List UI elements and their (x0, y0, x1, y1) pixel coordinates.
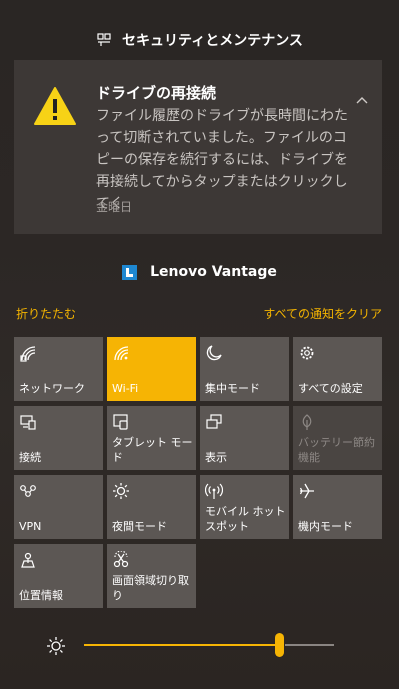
tile-network[interactable]: ネットワーク (14, 337, 103, 401)
gear-icon (300, 346, 314, 360)
flag-icon (96, 32, 112, 48)
brightness-slider-fill[interactable] (84, 644, 275, 646)
tile-label: 機内モード (298, 520, 353, 533)
tile-label: モバイル ホットスポット (205, 505, 286, 533)
tile-label: 画面領域切り取り (112, 574, 189, 602)
chevron-up-icon[interactable] (352, 90, 372, 110)
security-maintenance-header: セキュリティとメンテナンス (0, 29, 399, 51)
network-icon (20, 346, 36, 362)
tile-label: タブレット モード (112, 436, 193, 464)
moon-icon (206, 345, 222, 361)
airplane-icon (299, 483, 314, 499)
tile-all-settings[interactable]: すべての設定 (293, 337, 382, 401)
snip-icon (113, 551, 129, 568)
tile-location[interactable]: 位置情報 (14, 544, 103, 608)
vpn-icon (20, 485, 36, 497)
brightness-icon (47, 637, 65, 655)
hotspot-icon (205, 483, 223, 499)
tablet-icon (113, 414, 128, 430)
tile-mobile-hotspot[interactable]: モバイル ホットスポット (200, 475, 289, 539)
security-header-title: セキュリティとメンテナンス (122, 33, 303, 49)
tile-connect[interactable]: 接続 (14, 406, 103, 470)
tile-battery-saver[interactable]: バッテリー節約機能 (293, 406, 382, 470)
lenovo-vantage-header: Lenovo Vantage (0, 261, 399, 283)
tile-label: ネットワーク (19, 382, 85, 395)
tile-label: 集中モード (205, 382, 260, 395)
tile-airplane-mode[interactable]: 機内モード (293, 475, 382, 539)
clear-all-notifications-link[interactable]: すべての通知をクリア (263, 305, 382, 322)
project-icon (206, 414, 222, 429)
brightness-slider-thumb[interactable] (275, 633, 284, 657)
tile-night-light[interactable]: 夜間モード (107, 475, 196, 539)
tile-label: 位置情報 (19, 589, 63, 602)
lenovo-header-title: Lenovo Vantage (150, 264, 277, 280)
tile-tablet-mode[interactable]: タブレット モード (107, 406, 196, 470)
lenovo-vantage-logo-icon (122, 264, 138, 280)
tile-label: Wi-Fi (112, 382, 139, 395)
notification-card[interactable]: ドライブの再接続 ファイル履歴のドライブが長時間にわたって切断されていました。フ… (14, 60, 382, 234)
warning-icon (34, 87, 76, 125)
notification-title: ドライブの再接続 (96, 84, 217, 102)
location-icon (21, 552, 35, 568)
tile-project[interactable]: 表示 (200, 406, 289, 470)
wifi-icon (114, 346, 129, 361)
notification-body: ファイル履歴のドライブが長時間にわたって切断されていました。ファイルのコピーの保… (96, 108, 348, 212)
tile-vpn[interactable]: VPN (14, 475, 103, 539)
tile-label: 接続 (19, 451, 41, 464)
tile-label: すべての設定 (298, 382, 363, 395)
tile-label: 夜間モード (112, 520, 167, 533)
tile-focus-assist[interactable]: 集中モード (200, 337, 289, 401)
tile-screen-snip[interactable]: 画面領域切り取り (107, 544, 196, 608)
notification-time: 金曜日 (96, 200, 133, 214)
tile-label: VPN (19, 520, 42, 533)
brightness-slider-track[interactable] (285, 644, 334, 646)
battery-saver-icon (302, 414, 312, 430)
tile-wifi[interactable]: Wi-Fi (107, 337, 196, 401)
connect-icon (20, 415, 36, 430)
tile-label: バッテリー節約機能 (298, 436, 375, 464)
collapse-link[interactable]: 折りたたむ (16, 305, 76, 322)
night-light-icon (113, 483, 129, 499)
tile-label: 表示 (205, 451, 227, 464)
